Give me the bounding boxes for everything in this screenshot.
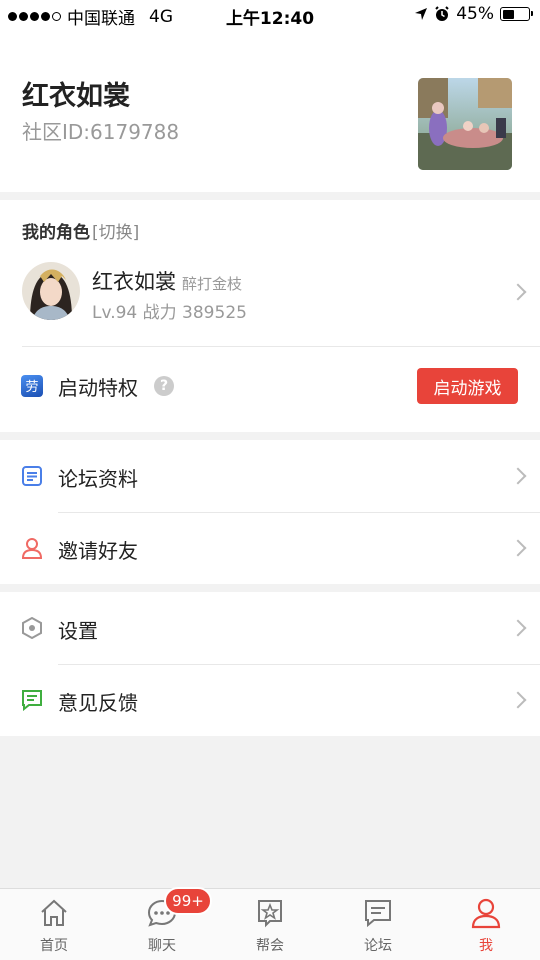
tab-label: 帮会	[256, 938, 284, 954]
section-gap	[0, 192, 540, 200]
location-arrow-icon	[415, 8, 428, 20]
community-id: 社区ID:6179788	[22, 120, 180, 144]
tab-label: 我	[479, 938, 493, 954]
menu-item-label: 设置	[58, 619, 98, 643]
launch-game-button[interactable]: 启动游戏	[417, 368, 518, 404]
unread-count-badge: 99+	[164, 887, 212, 915]
privilege-row: 劳 启动特权 ? 启动游戏	[0, 348, 540, 432]
game-app-icon: 劳	[21, 375, 43, 397]
character-level-power: Lv.94 战力 389525	[92, 303, 247, 323]
chevron-right-icon	[509, 619, 527, 637]
chevron-right-icon	[509, 539, 527, 557]
menu-item-label: 意见反馈	[58, 691, 138, 715]
hexagon-settings-icon	[21, 616, 43, 640]
chevron-right-icon	[509, 467, 527, 485]
tab-label: 首页	[40, 938, 68, 954]
status-right: 45%	[414, 4, 533, 24]
flag-star-icon	[258, 900, 282, 928]
battery-percent: 45%	[456, 4, 494, 24]
profile-name: 红衣如裳	[22, 81, 130, 112]
tab-label: 聊天	[148, 938, 176, 954]
role-title-label: 我的角色	[22, 223, 90, 243]
forum-icon	[365, 900, 391, 928]
badge-text: 99+	[172, 892, 204, 910]
home-icon	[41, 899, 67, 926]
section-gap	[0, 432, 540, 440]
status-bar: 中国联通 4G 上午12:40 45%	[0, 0, 540, 30]
character-row[interactable]: 红衣如裳 醉打金枝 Lv.94 战力 389525	[0, 260, 540, 346]
person-icon	[21, 537, 43, 559]
privilege-label: 启动特权	[58, 376, 138, 400]
character-name-line: 红衣如裳 醉打金枝	[92, 266, 242, 296]
battery-icon	[500, 7, 533, 21]
bottom-tab-bar: 首页 聊天 帮会 论坛 我 99+	[0, 887, 540, 960]
menu-item-forum-profile[interactable]: 论坛资料	[0, 440, 540, 512]
help-icon[interactable]: ?	[154, 376, 174, 396]
character-avatar	[22, 262, 80, 320]
tab-guild[interactable]: 帮会	[216, 889, 324, 960]
profile-header[interactable]: 红衣如裳 社区ID:6179788	[0, 30, 540, 192]
menu-item-label: 邀请好友	[58, 539, 138, 563]
role-section: 我的角色 [切换] 红衣如裳 醉打金枝 Lv.94 战力 389525 劳 启动特权…	[0, 200, 540, 432]
tab-label: 论坛	[364, 938, 392, 954]
chevron-right-icon	[509, 283, 527, 301]
message-icon	[21, 689, 43, 712]
alarm-clock-icon	[435, 6, 449, 21]
tab-forum[interactable]: 论坛	[324, 889, 432, 960]
character-name: 红衣如裳	[92, 270, 176, 294]
divider	[22, 346, 540, 347]
tab-me[interactable]: 我	[432, 889, 540, 960]
profile-cover-image[interactable]	[418, 78, 512, 170]
svg-text:劳: 劳	[25, 379, 38, 395]
character-server-tag: 醉打金枝	[182, 275, 243, 293]
menu-item-settings[interactable]: 设置	[0, 592, 540, 664]
menu-group-settings: 设置 意见反馈	[0, 592, 540, 736]
chevron-right-icon	[509, 691, 527, 709]
section-gap	[0, 584, 540, 592]
menu-item-invite-friends[interactable]: 邀请好友	[0, 512, 540, 584]
menu-group-forum: 论坛资料 邀请好友	[0, 440, 540, 584]
role-title: 我的角色 [切换]	[22, 218, 139, 243]
document-icon	[21, 465, 43, 487]
tab-home[interactable]: 首页	[0, 889, 108, 960]
menu-item-label: 论坛资料	[58, 467, 138, 491]
switch-role-link[interactable]: [切换]	[92, 223, 139, 243]
user-icon	[471, 898, 501, 929]
menu-item-feedback[interactable]: 意见反馈	[0, 664, 540, 736]
